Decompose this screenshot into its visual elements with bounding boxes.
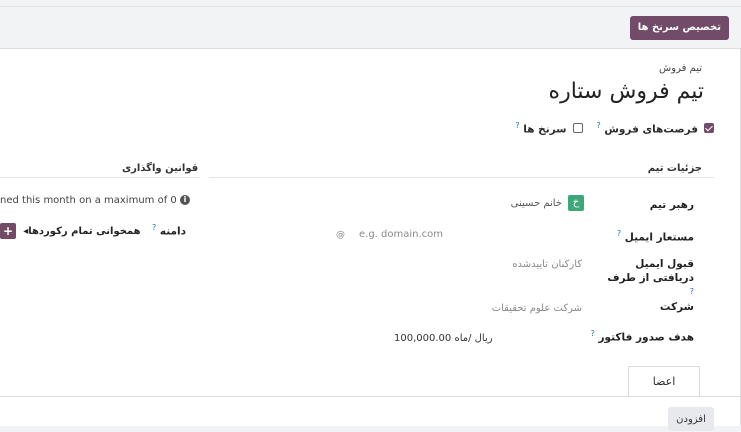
opportunities-checkbox[interactable] — [704, 123, 714, 134]
team-name-field[interactable]: تیم فروش ستاره — [549, 79, 704, 104]
team-leader-value: خانم حسینی — [510, 198, 562, 209]
team-name-label: تیم فروش — [659, 63, 702, 74]
add-rule-button[interactable]: + — [0, 223, 16, 239]
form-sheet: تیم فروش تیم فروش ستاره فرصت‌های فروش ? … — [0, 48, 741, 431]
domain-field[interactable]: + همخوانی تمام رکوردها◂ — [0, 223, 141, 239]
company-field[interactable]: شرکت علوم تحقیقات — [492, 303, 582, 314]
leads-checkbox[interactable] — [572, 123, 583, 134]
help-icon: ? — [515, 121, 520, 130]
add-member-button[interactable]: افزودن — [668, 407, 714, 431]
email-alias-field[interactable]: @ e.g. domain.com — [336, 229, 443, 240]
help-icon: ? — [689, 287, 694, 296]
email-alias-placeholder: e.g. domain.com — [359, 229, 444, 240]
team-details-title: جزئیات تیم — [647, 163, 702, 174]
assignment-info: ned this month on a maximum of 0 i — [0, 195, 190, 206]
tab-divider — [0, 396, 740, 397]
company-label: شرکت — [659, 301, 694, 313]
opportunities-checkbox-row[interactable]: فرصت‌های فروش ? — [596, 121, 714, 136]
team-leader-label: رهبر تیم — [649, 199, 694, 211]
domain-label: دامنه ? — [152, 223, 187, 238]
invoice-target-label: هدف صدور فاکتور ? — [590, 329, 694, 344]
team-details-divider — [209, 177, 714, 178]
avatar: خ — [568, 195, 584, 211]
info-icon: i — [179, 195, 190, 205]
team-options: فرصت‌های فروش ? سرنخ ها ? — [515, 121, 714, 136]
accept-emails-label: قبول ایمیل دریافتی از طرف ? — [607, 258, 694, 296]
email-alias-label: مستعار ایمیل ? — [616, 229, 694, 244]
opportunities-label: فرصت‌های فروش ? — [596, 121, 699, 136]
help-icon: ? — [590, 329, 595, 338]
invoice-target-field[interactable]: ریال /ماه 100,000.00 — [384, 333, 493, 344]
assign-leads-button[interactable]: تخصیص سرنخ ها — [629, 16, 729, 40]
at-icon: @ — [336, 230, 345, 240]
domain-value: همخوانی تمام رکوردها◂ — [23, 226, 141, 237]
assignment-rules-divider — [0, 177, 200, 178]
help-icon: ? — [596, 121, 601, 130]
help-icon: ? — [616, 229, 622, 238]
team-leader-field[interactable]: خ خانم حسینی — [511, 195, 584, 211]
tab-members[interactable]: اعضا — [628, 366, 700, 396]
top-divider — [0, 6, 741, 7]
invoice-target-value: 100,000.00 — [394, 333, 452, 344]
help-icon: ? — [152, 223, 157, 232]
leads-checkbox-row[interactable]: سرنخ ها ? — [515, 121, 583, 136]
leads-label: سرنخ ها ? — [515, 121, 567, 136]
assignment-rules-title: قوانین واگذاری — [122, 163, 199, 174]
accept-emails-field[interactable]: کارکنان تاییدشده — [512, 259, 582, 270]
invoice-target-unit: ریال /ماه — [454, 333, 493, 344]
